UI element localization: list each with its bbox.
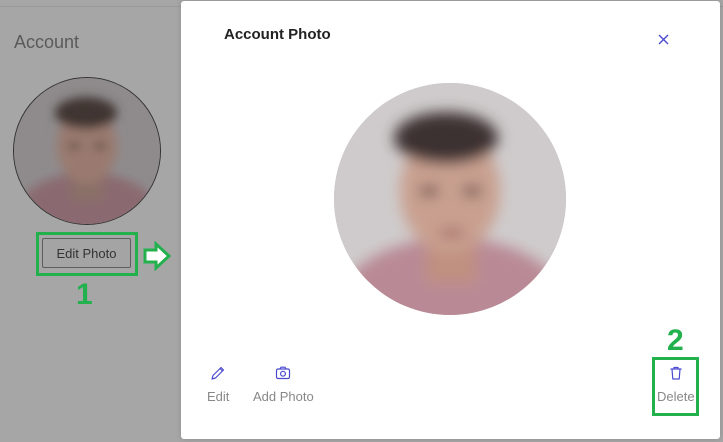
avatar — [13, 77, 161, 225]
close-button[interactable] — [655, 31, 671, 47]
page-title: Account — [14, 32, 80, 52]
annotation-step-2: 2 — [667, 324, 684, 357]
annotation-box-2 — [652, 357, 699, 416]
pencil-icon — [211, 366, 225, 380]
profile-photo — [334, 83, 566, 315]
annotation-step-1: 1 — [76, 278, 93, 311]
add-photo-action[interactable]: Add Photo — [253, 365, 314, 404]
account-photo-modal: Account Photo Edit Add Photo Delete — [181, 1, 720, 439]
close-icon — [658, 34, 668, 44]
edit-action[interactable]: Edit — [207, 365, 229, 404]
edit-label: Edit — [207, 389, 230, 404]
modal-title: Account Photo — [224, 26, 331, 43]
add-photo-label: Add Photo — [253, 389, 314, 404]
annotation-box-1 — [36, 232, 138, 276]
camera-icon — [276, 366, 291, 380]
arrow-right-icon — [143, 241, 172, 271]
